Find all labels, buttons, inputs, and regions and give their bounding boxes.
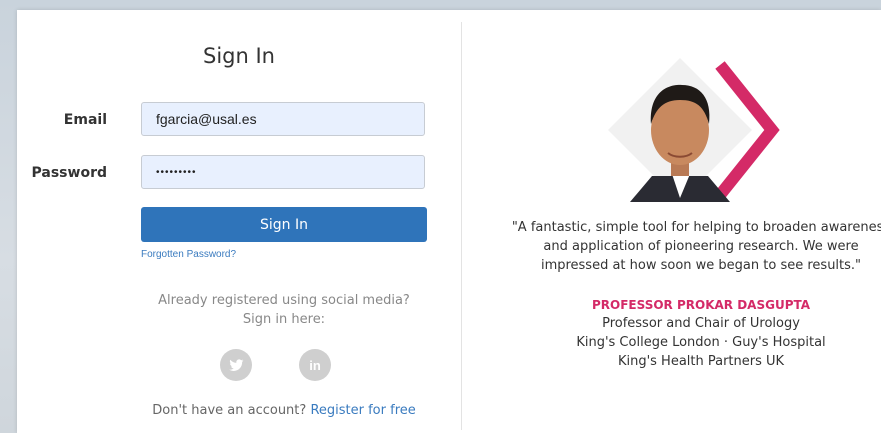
testimonial-name: PROFESSOR PROKAR DASGUPTA (591, 298, 811, 312)
quote-line3: impressed at how soon we began to see re… (540, 258, 862, 273)
login-card: Sign In Email fgarcia@usal.es Password •… (17, 10, 881, 433)
professor-portrait (608, 58, 780, 202)
linkedin-glyph: in (309, 357, 321, 373)
forgot-password-link[interactable]: Forgotten Password? (141, 249, 236, 260)
testimonial-role-2: King's College London · Guy's Hospital (576, 335, 826, 350)
password-label: Password (31, 165, 107, 181)
password-field[interactable]: ••••••••• (141, 155, 425, 189)
social-prompt-line1: Already registered using social media? (158, 293, 410, 308)
register-prompt-text: Don't have an account? (152, 403, 307, 418)
testimonial-role-3: King's Health Partners UK (617, 354, 785, 369)
social-prompt-line2: Sign in here: (242, 312, 326, 327)
page-title: Sign In (203, 44, 275, 68)
register-prompt: Don't have an account? Register for free (141, 403, 427, 418)
email-label: Email (63, 112, 107, 128)
social-prompt: Already registered using social media? S… (141, 291, 427, 329)
linkedin-icon[interactable]: in (299, 349, 331, 381)
twitter-bird-glyph (229, 359, 244, 371)
quote-line1: "A fantastic, simple tool for helping to… (511, 220, 881, 235)
divider (461, 22, 462, 430)
twitter-icon[interactable] (220, 349, 252, 381)
email-value: fgarcia@usal.es (156, 111, 257, 127)
testimonial-role-1: Professor and Chair of Urology (602, 316, 800, 331)
register-link[interactable]: Register for free (310, 403, 415, 418)
quote-line2: and application of pioneering research. … (543, 239, 859, 254)
testimonial-quote: "A fantastic, simple tool for helping to… (495, 218, 881, 275)
password-value: ••••••••• (156, 166, 197, 178)
email-field[interactable]: fgarcia@usal.es (141, 102, 425, 136)
sign-in-button[interactable]: Sign In (141, 207, 427, 242)
